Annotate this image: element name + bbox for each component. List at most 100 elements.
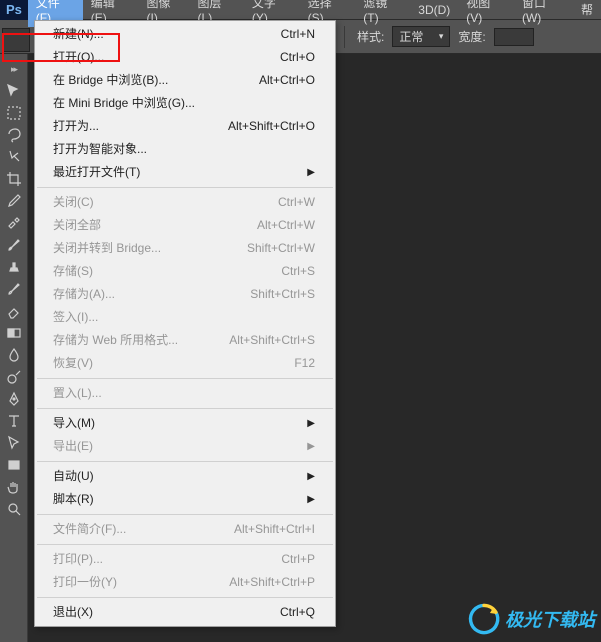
style-value: 正常 <box>399 28 423 45</box>
menu-item-label: 存储为 Web 所用格式... <box>53 332 178 349</box>
menu-separator <box>37 187 333 188</box>
clone-stamp-tool[interactable] <box>2 256 26 278</box>
menu-item-shortcut: Ctrl+O <box>280 49 315 66</box>
eyedropper-tool[interactable] <box>2 190 26 212</box>
watermark-text: 极光下载站 <box>505 606 595 632</box>
submenu-arrow-icon: ▶ <box>307 415 315 432</box>
menu-item: 签入(I)... <box>35 306 335 329</box>
lasso-tool[interactable] <box>2 124 26 146</box>
submenu-arrow-icon: ▶ <box>307 438 315 455</box>
move-tool[interactable] <box>2 80 26 102</box>
style-label: 样式: <box>357 28 384 45</box>
marquee-tool[interactable] <box>2 102 26 124</box>
menu-item-label: 脚本(R) <box>53 491 94 508</box>
eraser-tool[interactable] <box>2 300 26 322</box>
menu-help[interactable]: 帮 <box>573 0 601 20</box>
menu-item-shortcut: Alt+Shift+Ctrl+S <box>229 332 315 349</box>
menu-filter[interactable]: 滤镜(T) <box>355 0 410 27</box>
menu-item[interactable]: 退出(X) Ctrl+Q <box>35 601 335 624</box>
collapse-toggle[interactable]: ▸▸ <box>2 58 26 80</box>
menu-item-label: 在 Bridge 中浏览(B)... <box>53 72 168 89</box>
menu-item-shortcut: Ctrl+S <box>281 263 315 280</box>
style-select[interactable]: 正常 ▾ <box>392 26 450 47</box>
hand-tool[interactable] <box>2 476 26 498</box>
menu-item[interactable]: 在 Mini Bridge 中浏览(G)... <box>35 92 335 115</box>
submenu-arrow-icon: ▶ <box>307 468 315 485</box>
menu-separator <box>37 597 333 598</box>
menu-3d[interactable]: 3D(D) <box>410 1 458 19</box>
menu-item: 文件简介(F)... Alt+Shift+Ctrl+I <box>35 518 335 541</box>
tools-panel: ▸▸ <box>0 54 28 642</box>
menu-item-label: 存储为(A)... <box>53 286 115 303</box>
menu-item[interactable]: 打开(O)... Ctrl+O <box>35 46 335 69</box>
menu-window[interactable]: 窗口(W) <box>514 0 573 27</box>
menu-item[interactable]: 新建(N)...Ctrl+N <box>35 23 335 46</box>
menu-item: 打印一份(Y)Alt+Shift+Ctrl+P <box>35 571 335 594</box>
gradient-tool[interactable] <box>2 322 26 344</box>
menu-item-label: 最近打开文件(T) <box>53 164 140 181</box>
divider <box>344 26 345 48</box>
healing-brush-tool[interactable] <box>2 212 26 234</box>
file-menu-dropdown: 新建(N)...Ctrl+N 打开(O)... Ctrl+O 在 Bridge 中浏览… <box>34 20 336 627</box>
submenu-arrow-icon: ▶ <box>307 491 315 508</box>
menu-item[interactable]: 打开为智能对象... <box>35 138 335 161</box>
menu-item-shortcut: Shift+Ctrl+W <box>247 240 315 257</box>
menu-separator <box>37 461 333 462</box>
watermark-icon <box>467 602 501 636</box>
brush-tool[interactable] <box>2 234 26 256</box>
menu-item[interactable]: 导入(M) ▶ <box>35 412 335 435</box>
menu-item[interactable]: 打开为...Alt+Shift+Ctrl+O <box>35 115 335 138</box>
menu-item-label: 退出(X) <box>53 604 93 621</box>
menu-view[interactable]: 视图(V) <box>458 0 514 27</box>
menu-item-shortcut: Alt+Shift+Ctrl+I <box>234 521 315 538</box>
menu-item: 打印(P)... Ctrl+P <box>35 548 335 571</box>
menu-item-label: 导入(M) <box>53 415 95 432</box>
menu-item[interactable]: 最近打开文件(T) ▶ <box>35 161 335 184</box>
menu-item: 存储为 Web 所用格式... Alt+Shift+Ctrl+S <box>35 329 335 352</box>
menu-item-label: 文件简介(F)... <box>53 521 126 538</box>
menu-item[interactable]: 在 Bridge 中浏览(B)... Alt+Ctrl+O <box>35 69 335 92</box>
menu-item-label: 置入(L)... <box>53 385 102 402</box>
menu-item: 关闭(C)Ctrl+W <box>35 191 335 214</box>
menu-item[interactable]: 脚本(R) ▶ <box>35 488 335 511</box>
app-logo: Ps <box>0 0 28 20</box>
menu-item-label: 恢复(V) <box>53 355 93 372</box>
history-brush-tool[interactable] <box>2 278 26 300</box>
crop-tool[interactable] <box>2 168 26 190</box>
submenu-arrow-icon: ▶ <box>307 164 315 181</box>
menu-item-shortcut: Alt+Ctrl+O <box>259 72 315 89</box>
path-select-tool[interactable] <box>2 432 26 454</box>
menu-separator <box>37 408 333 409</box>
menu-item-shortcut: Shift+Ctrl+S <box>250 286 315 303</box>
blur-tool[interactable] <box>2 344 26 366</box>
menu-item: 置入(L)... <box>35 382 335 405</box>
menu-item-label: 存储(S) <box>53 263 93 280</box>
menu-item-shortcut: Ctrl+Q <box>280 604 315 621</box>
menu-item-shortcut: Alt+Ctrl+W <box>257 217 315 234</box>
menu-item-shortcut: Ctrl+N <box>281 26 315 43</box>
menu-item-shortcut: Alt+Shift+Ctrl+P <box>229 574 315 591</box>
width-field[interactable] <box>494 28 534 46</box>
quick-select-tool[interactable] <box>2 146 26 168</box>
menu-item: 关闭并转到 Bridge...Shift+Ctrl+W <box>35 237 335 260</box>
menu-item: 恢复(V)F12 <box>35 352 335 375</box>
watermark: 极光下载站 <box>467 602 595 636</box>
menu-item-label: 导出(E) <box>53 438 93 455</box>
dodge-tool[interactable] <box>2 366 26 388</box>
menu-item-label: 打开为智能对象... <box>53 141 147 158</box>
menu-item-label: 自动(U) <box>53 468 94 485</box>
menu-item-label: 打印(P)... <box>53 551 103 568</box>
menu-item-shortcut: Ctrl+P <box>281 551 315 568</box>
zoom-tool[interactable] <box>2 498 26 520</box>
menu-item: 导出(E) ▶ <box>35 435 335 458</box>
menu-item-shortcut: Ctrl+W <box>278 194 315 211</box>
chevron-down-icon: ▾ <box>439 31 444 42</box>
menu-item-label: 打开(O)... <box>53 49 104 66</box>
pen-tool[interactable] <box>2 388 26 410</box>
type-tool[interactable] <box>2 410 26 432</box>
menu-item[interactable]: 自动(U) ▶ <box>35 465 335 488</box>
rectangle-tool[interactable] <box>2 454 26 476</box>
active-tool-preview <box>2 28 30 52</box>
menu-separator <box>37 544 333 545</box>
menu-item-shortcut: Alt+Shift+Ctrl+O <box>228 118 315 135</box>
